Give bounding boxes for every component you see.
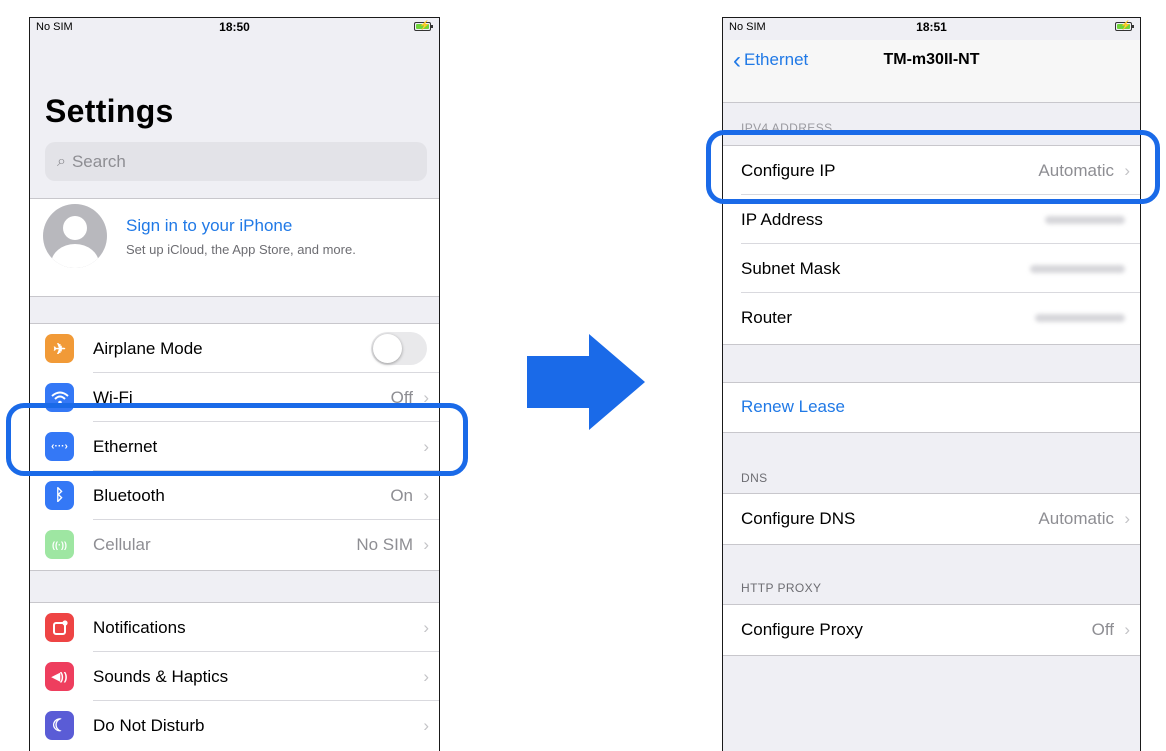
configure-proxy-row[interactable]: Configure Proxy Off › bbox=[723, 605, 1140, 654]
row-value: Off bbox=[390, 387, 413, 407]
row-label: Subnet Mask bbox=[741, 258, 841, 278]
page-title: Settings bbox=[45, 93, 174, 129]
configure-ip-row[interactable]: Configure IP Automatic › bbox=[723, 146, 1140, 195]
wifi-row[interactable]: Wi-Fi Off › bbox=[30, 373, 439, 422]
row-label: Do Not Disturb bbox=[93, 715, 205, 735]
row-label: Airplane Mode bbox=[93, 338, 203, 358]
row-label: Configure Proxy bbox=[741, 619, 863, 639]
chevron-right-icon: › bbox=[423, 436, 429, 456]
avatar bbox=[43, 204, 107, 268]
navigation-bar: ‹ Ethernet TM-m30II-NT bbox=[723, 40, 1140, 103]
cellular-icon: ((·)) bbox=[45, 530, 74, 559]
ethernet-row[interactable]: ‹···› Ethernet › bbox=[30, 422, 439, 471]
search-icon: ⌕ bbox=[57, 152, 66, 170]
sign-in-link[interactable]: Sign in to your iPhone bbox=[126, 216, 292, 236]
notifications-row[interactable]: Notifications › bbox=[30, 603, 439, 652]
router-value bbox=[1035, 313, 1125, 322]
row-value: On bbox=[390, 485, 413, 505]
chevron-right-icon: › bbox=[1124, 508, 1130, 528]
notifications-icon bbox=[45, 613, 74, 642]
subnet-mask-row: Subnet Mask bbox=[723, 244, 1140, 293]
router-row: Router bbox=[723, 293, 1140, 342]
airplane-mode-row[interactable]: ✈ Airplane Mode bbox=[30, 324, 439, 373]
row-label: Configure IP bbox=[741, 160, 836, 180]
row-label: Cellular bbox=[93, 534, 151, 554]
airplane-icon: ✈ bbox=[45, 334, 74, 363]
subnet-mask-value bbox=[1030, 264, 1125, 273]
row-label: Ethernet bbox=[93, 436, 158, 456]
row-label: Sounds & Haptics bbox=[93, 666, 229, 686]
profile-subtitle: Set up iCloud, the App Store, and more. bbox=[126, 242, 356, 257]
clock: 18:50 bbox=[219, 20, 250, 34]
row-value: No SIM bbox=[356, 534, 413, 554]
wifi-icon bbox=[45, 383, 74, 412]
proxy-section-header: HTTP PROXY bbox=[741, 581, 822, 595]
ip-address-value bbox=[1045, 215, 1125, 224]
ipv4-section-header: IPV4 ADDRESS bbox=[741, 121, 833, 135]
bluetooth-icon: ᛒ bbox=[45, 481, 74, 510]
row-value: Automatic bbox=[1038, 508, 1114, 528]
battery-icon: ⚡ bbox=[414, 20, 433, 31]
battery-icon: ⚡ bbox=[1115, 20, 1134, 31]
cellular-row[interactable]: ((·)) Cellular No SIM › bbox=[30, 520, 439, 569]
chevron-right-icon: › bbox=[423, 715, 429, 735]
chevron-right-icon: › bbox=[423, 485, 429, 505]
row-label: Bluetooth bbox=[93, 485, 165, 505]
do-not-disturb-row[interactable]: ☾ Do Not Disturb › bbox=[30, 701, 439, 750]
chevron-right-icon: › bbox=[423, 617, 429, 637]
row-label: Router bbox=[741, 307, 793, 327]
status-bar: No SIM 18:50 ⚡ bbox=[30, 18, 439, 40]
search-input[interactable]: ⌕ Search bbox=[45, 142, 427, 181]
row-label: Notifications bbox=[93, 617, 186, 637]
nav-title: TM-m30II-NT bbox=[883, 51, 980, 68]
ethernet-icon: ‹···› bbox=[45, 432, 74, 461]
moon-icon: ☾ bbox=[45, 711, 74, 740]
chevron-right-icon: › bbox=[423, 387, 429, 407]
chevron-right-icon: › bbox=[423, 534, 429, 554]
airplane-mode-toggle[interactable] bbox=[371, 332, 427, 365]
row-value: Automatic bbox=[1038, 160, 1114, 180]
bluetooth-row[interactable]: ᛒ Bluetooth On › bbox=[30, 471, 439, 520]
sounds-row[interactable]: ◀)) Sounds & Haptics › bbox=[30, 652, 439, 701]
chevron-right-icon: › bbox=[1124, 619, 1130, 639]
renew-lease-button[interactable]: Renew Lease bbox=[723, 383, 1140, 431]
row-label: Configure DNS bbox=[741, 508, 856, 528]
arrow-right-icon bbox=[527, 334, 645, 430]
ethernet-detail-screen: No SIM 18:51 ⚡ ‹ Ethernet TM-m30II-NT IP… bbox=[722, 17, 1141, 751]
settings-screen: No SIM 18:50 ⚡ Settings ⌕ Search Sign in… bbox=[29, 17, 440, 751]
dns-section-header: DNS bbox=[741, 471, 768, 485]
chevron-right-icon: › bbox=[1124, 160, 1130, 180]
row-label: Wi-Fi bbox=[93, 387, 133, 407]
clock: 18:51 bbox=[916, 20, 947, 34]
configure-dns-row[interactable]: Configure DNS Automatic › bbox=[723, 494, 1140, 543]
row-label: IP Address bbox=[741, 209, 823, 229]
status-bar: No SIM 18:51 ⚡ bbox=[723, 18, 1140, 40]
sound-icon: ◀)) bbox=[45, 662, 74, 691]
row-value: Off bbox=[1091, 619, 1114, 639]
ip-address-row: IP Address bbox=[723, 195, 1140, 244]
chevron-right-icon: › bbox=[423, 666, 429, 686]
search-placeholder: Search bbox=[71, 151, 126, 171]
renew-lease-label: Renew Lease bbox=[741, 397, 845, 416]
